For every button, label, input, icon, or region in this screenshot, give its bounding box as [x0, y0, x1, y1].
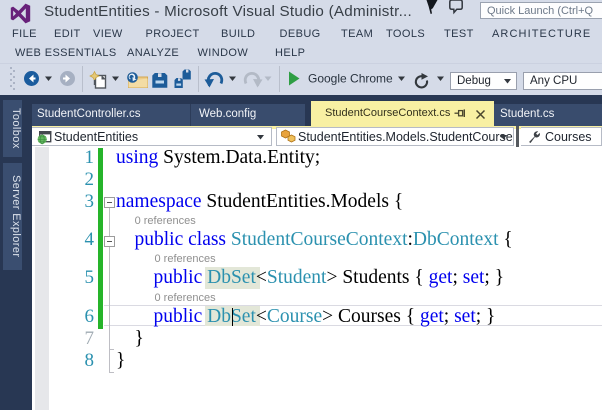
svg-text:Google Chrome: Google Chrome	[308, 72, 393, 86]
